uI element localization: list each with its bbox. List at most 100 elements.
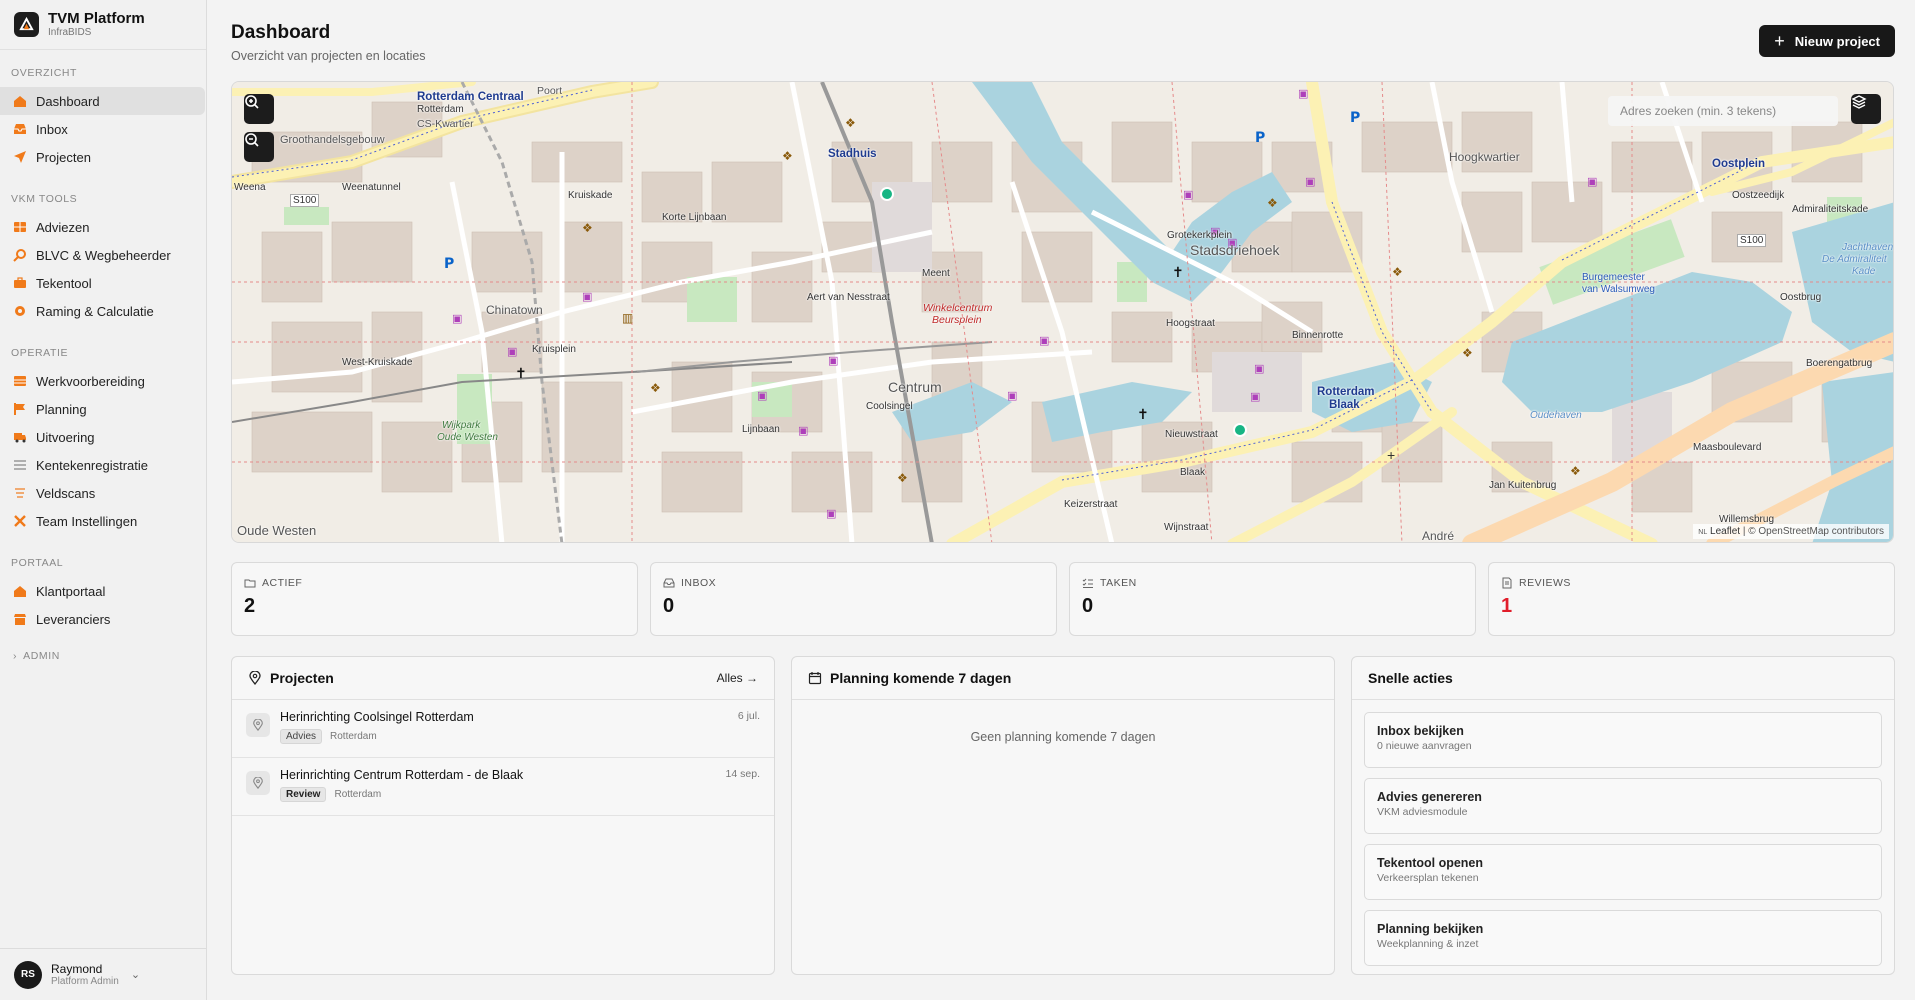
project-title: Herinrichting Centrum Rotterdam - de Bla…: [280, 768, 524, 782]
action-title: Planning bekijken: [1377, 922, 1484, 936]
home-icon: [14, 586, 26, 597]
address-search-input[interactable]: [1608, 96, 1838, 126]
nav-header-overzicht: OVERZICHT: [11, 67, 78, 79]
svg-text:✝: ✝: [1172, 265, 1184, 281]
sidebar-item-team-instellingen[interactable]: Team Instellingen: [0, 507, 206, 535]
map-label: Oude Westen: [437, 432, 498, 443]
brand[interactable]: TVM Platform InfraBIDS: [0, 0, 206, 50]
sidebar-item-label: Planning: [36, 401, 87, 417]
road-label: Aert van Nesstraat: [807, 292, 890, 303]
quick-actions-card: Snelle acties Inbox bekijken 0 nieuwe aa…: [1351, 656, 1895, 975]
project-city: Rotterdam: [330, 731, 377, 742]
sidebar-item-tekentool[interactable]: Tekentool: [0, 269, 206, 297]
map-label: André: [1422, 529, 1455, 543]
road-label: Oostzeedijk: [1732, 190, 1785, 201]
svg-text:❖: ❖: [1570, 464, 1581, 478]
svg-text:▣: ▣: [1250, 390, 1260, 403]
svg-text:P: P: [1255, 130, 1265, 146]
svg-text:▣: ▣: [826, 507, 836, 520]
action-subtitle: Verkeersplan tekenen: [1377, 872, 1479, 884]
calendar-icon: [808, 672, 822, 685]
sidebar-item-inbox[interactable]: Inbox: [0, 115, 206, 143]
status-badge: Advies: [280, 729, 323, 744]
user-role: Platform Admin: [51, 976, 119, 987]
road-label: Blaak: [1180, 467, 1206, 478]
zoom-out-button[interactable]: [244, 132, 274, 162]
map-label: Hoogkwartier: [1449, 150, 1520, 164]
action-planning-bekijken[interactable]: Planning bekijken Weekplanning & inzet: [1364, 910, 1882, 966]
tools-icon: [14, 515, 26, 527]
svg-text:P: P: [444, 256, 454, 272]
new-project-button[interactable]: + Nieuw project: [1759, 25, 1895, 57]
sidebar-item-raming[interactable]: Raming & Calculatie: [0, 297, 206, 325]
action-title: Advies genereren: [1377, 790, 1482, 804]
sidebar-item-uitvoering[interactable]: Uitvoering: [0, 423, 206, 451]
sidebar-item-label: Team Instellingen: [36, 513, 138, 529]
folder-icon: [244, 579, 256, 588]
stat-label: TAKEN: [1100, 577, 1137, 589]
view-all-projects-link[interactable]: Alles →: [717, 671, 758, 685]
svg-text:▣: ▣: [828, 354, 838, 367]
sidebar-item-kentekenregistratie[interactable]: Kentekenregistratie: [0, 451, 206, 479]
action-subtitle: VKM adviesmodule: [1377, 806, 1468, 818]
grid-icon: [14, 376, 26, 386]
road-label: Kruisplein: [532, 344, 576, 355]
map-label: Oostplein: [1712, 158, 1766, 170]
sidebar-item-veldscans[interactable]: Veldscans: [0, 479, 206, 507]
project-date: 6 jul.: [737, 710, 760, 722]
svg-text:❖: ❖: [582, 221, 593, 235]
svg-text:❖: ❖: [782, 149, 793, 163]
action-inbox-bekijken[interactable]: Inbox bekijken 0 nieuwe aanvragen: [1364, 712, 1882, 768]
main-content: Dashboard Overzicht van projecten en loc…: [207, 0, 1915, 1000]
stat-value: 0: [663, 595, 675, 617]
road-label: Grotekerkplein: [1167, 230, 1233, 241]
sidebar-item-klantportaal[interactable]: Klantportaal: [0, 577, 206, 605]
admin-toggle[interactable]: › ADMIN: [0, 642, 206, 670]
project-row[interactable]: Herinrichting Coolsingel Rotterdam Advie…: [232, 700, 774, 758]
action-tekentool-openen[interactable]: Tekentool openen Verkeersplan tekenen: [1364, 844, 1882, 900]
road-label: Meent: [922, 268, 950, 279]
sidebar-item-blvc[interactable]: BLVC & Wegbeheerder: [0, 241, 206, 269]
sidebar-item-werkvoorbereiding[interactable]: Werkvoorbereiding: [0, 367, 206, 395]
sidebar-item-planning[interactable]: Planning: [0, 395, 206, 423]
new-project-label: Nieuw project: [1794, 33, 1880, 49]
sidebar-item-label: Uitvoering: [36, 429, 95, 445]
sidebar-item-label: Raming & Calculatie: [36, 303, 154, 319]
sidebar-item-adviezen[interactable]: Adviezen: [0, 213, 206, 241]
road-label: Maasboulevard: [1693, 442, 1762, 453]
stat-card-actief: ACTIEF 2: [231, 562, 638, 636]
svg-text:❖: ❖: [650, 381, 661, 395]
project-row[interactable]: Herinrichting Centrum Rotterdam - de Bla…: [232, 758, 774, 816]
status-badge: Review: [280, 787, 327, 802]
svg-text:❖: ❖: [1267, 196, 1278, 210]
action-subtitle: 0 nieuwe aanvragen: [1377, 740, 1472, 752]
sidebar-item-dashboard[interactable]: Dashboard: [0, 87, 205, 115]
map[interactable]: + PPP ▣ ▣ ▣ ▣ ▣ ▣ ▣ ▣ ▣ ▣ ▣ ▣ ▣ ▣ ▣ ▣ ▣ ❖ ❖ ❖ ❖ ❖ ❖ ❖ ❖ ❖…: [231, 81, 1894, 543]
layers-button[interactable]: [1851, 94, 1881, 124]
road-label: Lijnbaan: [742, 424, 780, 435]
sidebar-item-label: Leveranciers: [36, 611, 111, 627]
project-city: Rotterdam: [334, 789, 382, 800]
user-menu[interactable]: RS Raymond Platform Admin ⌄: [0, 948, 206, 1000]
road-label: van Walsumweg: [1582, 284, 1655, 295]
map-attribution: NL Leaflet | © OpenStreetMap contributor…: [1693, 524, 1889, 539]
leaflet-link[interactable]: Leaflet: [1710, 526, 1740, 537]
sidebar-item-projecten[interactable]: Projecten: [0, 143, 206, 171]
page-subtitle: Overzicht van projecten en locaties: [231, 49, 426, 63]
sidebar-item-leveranciers[interactable]: Leveranciers: [0, 605, 206, 633]
map-label: Groothandelsgebouw: [280, 134, 385, 146]
sidebar-item-label: Dashboard: [36, 93, 100, 109]
map-label: Centrum: [888, 379, 942, 395]
svg-text:▣: ▣: [452, 312, 462, 325]
stat-value: 1: [1501, 595, 1513, 617]
svg-text:▣: ▣: [757, 389, 767, 402]
road-label: Burgemeester: [1582, 272, 1645, 283]
zoom-in-button[interactable]: [244, 94, 274, 124]
chevron-right-icon: ›: [13, 650, 18, 662]
svg-text:▣: ▣: [798, 424, 808, 437]
sidebar-item-label: Inbox: [36, 121, 68, 137]
sidebar-item-label: Klantportaal: [36, 583, 106, 599]
road-label: Hoogstraat: [1166, 318, 1215, 329]
stat-card-reviews: REVIEWS 1: [1488, 562, 1895, 636]
action-advies-genereren[interactable]: Advies genereren VKM adviesmodule: [1364, 778, 1882, 834]
